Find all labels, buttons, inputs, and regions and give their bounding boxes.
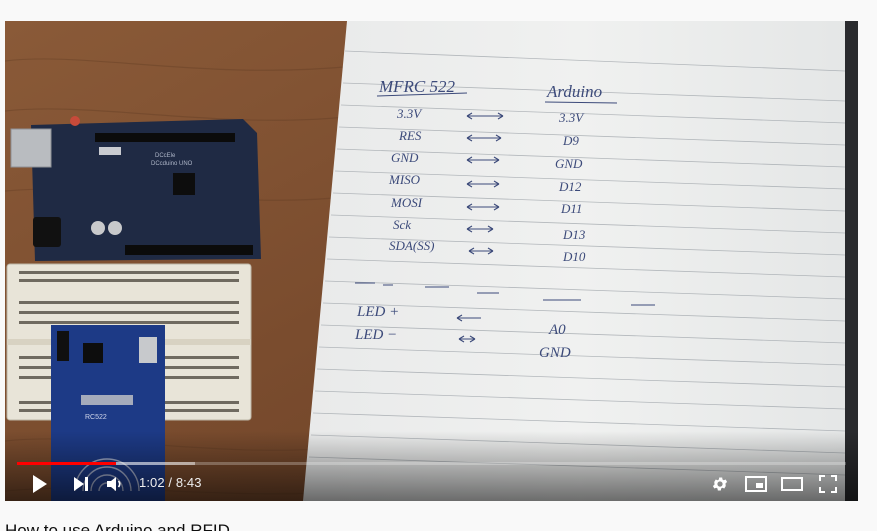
notes-header-right: Arduino xyxy=(546,82,602,101)
led-right-1: A0 xyxy=(548,322,566,338)
controls-bar: 1:02 / 8:43 xyxy=(5,470,858,498)
arduino-board: DCcEle DCcduino UNO xyxy=(10,116,261,261)
video-page: MFRC 522 Arduino 3.3V 3.3V RES D9 GND GN… xyxy=(0,0,877,531)
current-time: 1:02 xyxy=(139,475,165,490)
next-button[interactable] xyxy=(67,470,95,498)
progress-bar[interactable] xyxy=(17,462,846,465)
board-label-1: DCcEle xyxy=(155,153,176,159)
led-right-2: GND xyxy=(539,345,571,361)
pin-right-1: 3.3V xyxy=(558,110,585,125)
miniplayer-button[interactable] xyxy=(742,470,770,498)
notebook-edge xyxy=(845,21,858,501)
settings-button[interactable] xyxy=(706,470,734,498)
led-left-1: LED + xyxy=(356,304,399,320)
pin-left-3: GND xyxy=(391,150,419,165)
mute-button[interactable] xyxy=(101,470,129,498)
notes-header-left: MFRC 522 xyxy=(378,77,456,96)
pin-left-5: MOSI xyxy=(390,195,423,210)
pin-right-7: D10 xyxy=(562,249,586,264)
progress-played xyxy=(17,462,116,465)
time-display: 1:02 / 8:43 xyxy=(139,475,202,490)
pin-left-6: Sck xyxy=(393,217,411,232)
next-icon xyxy=(74,477,88,491)
pin-right-3: GND xyxy=(555,156,583,171)
gear-icon xyxy=(712,477,728,491)
play-button[interactable] xyxy=(26,470,54,498)
pin-left-4: MISO xyxy=(388,172,421,187)
fullscreen-icon xyxy=(819,475,837,493)
miniplayer-icon xyxy=(745,476,767,492)
pin-left-1: 3.3V xyxy=(396,106,423,121)
led-left-2: LED − xyxy=(354,327,397,343)
pin-left-2: RES xyxy=(398,128,422,143)
rfid-label: RC522 xyxy=(85,414,107,421)
video-player[interactable]: MFRC 522 Arduino 3.3V 3.3V RES D9 GND GN… xyxy=(5,21,858,501)
duration: 8:43 xyxy=(175,475,202,490)
pin-right-5: D11 xyxy=(560,201,582,216)
pin-right-4: D12 xyxy=(558,179,582,194)
pin-right-2: D9 xyxy=(562,133,579,148)
fullscreen-button[interactable] xyxy=(814,470,842,498)
video-frame[interactable]: MFRC 522 Arduino 3.3V 3.3V RES D9 GND GN… xyxy=(5,21,858,501)
board-label-2: DCcduino UNO xyxy=(151,161,193,167)
pin-left-7: SDA(SS) xyxy=(389,238,435,253)
theater-icon xyxy=(781,477,803,491)
video-title[interactable]: How to use Arduino and RFID xyxy=(5,521,230,531)
volume-icon xyxy=(107,477,121,491)
play-icon xyxy=(33,475,47,493)
theater-button[interactable] xyxy=(778,470,806,498)
pin-right-6: D13 xyxy=(562,227,586,242)
